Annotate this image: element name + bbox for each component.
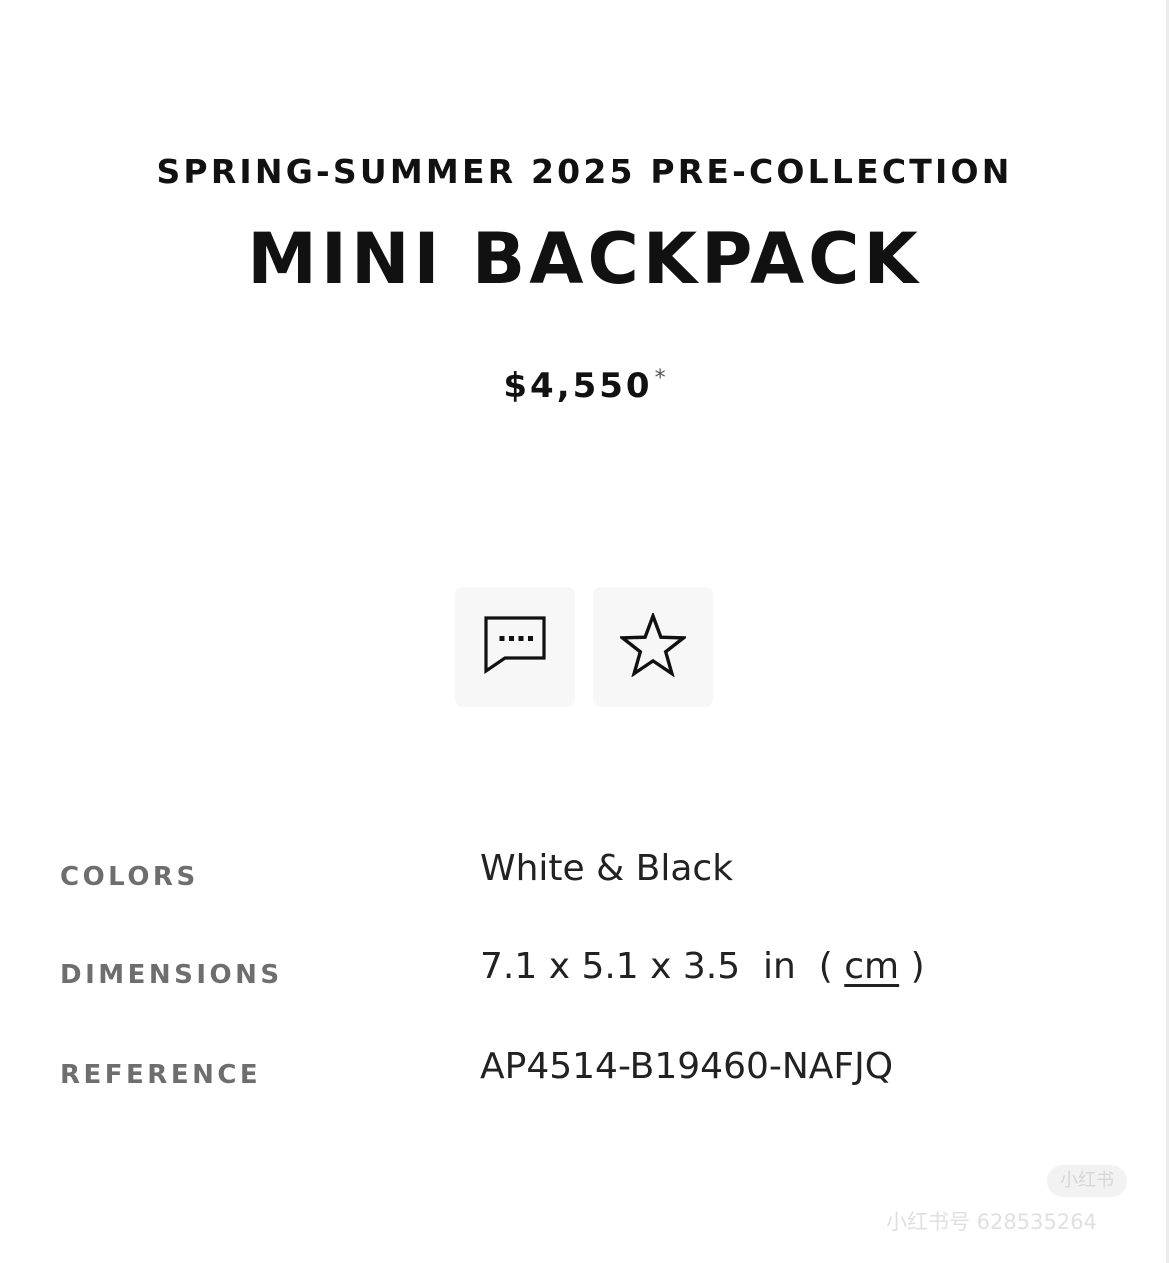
product-price: $4,550 xyxy=(503,366,653,406)
wishlist-button[interactable] xyxy=(593,587,713,707)
watermark-text: 小红书号 628535264 xyxy=(886,1210,1097,1234)
close-paren: ) xyxy=(910,946,925,987)
dimensions-value-group: 7.1 x 5.1 x 3.5 in ( cm ) xyxy=(480,946,925,987)
reference-value: AP4514-B19460-NAFJQ xyxy=(480,1046,894,1087)
contact-button[interactable] xyxy=(455,587,575,707)
price-block: $4,550* xyxy=(0,366,1169,406)
colors-value: White & Black xyxy=(480,848,734,889)
product-title: MINI BACKPACK xyxy=(247,218,922,300)
dimensions-label: DIMENSIONS xyxy=(60,960,283,990)
collection-subtitle: SPRING-SUMMER 2025 PRE-COLLECTION xyxy=(156,152,1013,191)
dimensions-value: 7.1 x 5.1 x 3.5 xyxy=(480,946,741,987)
message-dots-icon xyxy=(483,615,547,680)
star-outline-icon xyxy=(617,610,689,682)
watermark-badge: 小红书 xyxy=(1047,1165,1127,1197)
reference-label: REFERENCE xyxy=(60,1060,262,1090)
open-paren: ( xyxy=(818,946,833,987)
unit-toggle-cm-link[interactable]: cm xyxy=(844,946,899,987)
dimensions-unit: in xyxy=(763,946,796,987)
colors-label: COLORS xyxy=(60,862,199,892)
price-footnote-marker[interactable]: * xyxy=(655,366,666,391)
